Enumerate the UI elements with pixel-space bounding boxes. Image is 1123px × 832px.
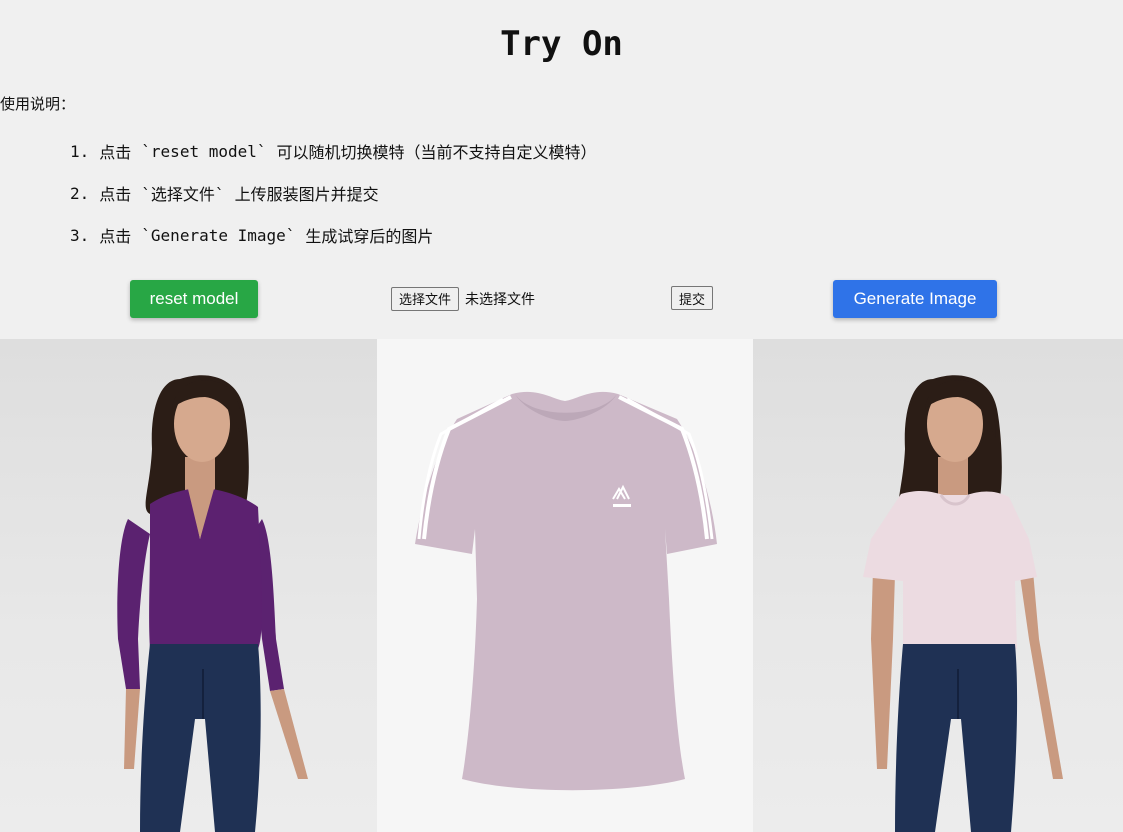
page-title: Try On bbox=[500, 24, 623, 64]
step-number: 1. bbox=[70, 141, 90, 161]
step-code: `reset model` bbox=[141, 141, 267, 161]
model-image bbox=[0, 339, 377, 832]
submit-button[interactable]: 提交 bbox=[671, 286, 714, 310]
step-prefix: 点击 bbox=[99, 185, 132, 204]
step-number: 3. bbox=[70, 225, 90, 245]
reset-model-button[interactable]: reset model bbox=[130, 280, 258, 318]
choose-file-button[interactable]: 选择文件 bbox=[391, 286, 460, 311]
instructions-heading: 使用说明： bbox=[0, 95, 76, 113]
step-prefix: 点击 bbox=[99, 227, 132, 246]
step-code: `选择文件` bbox=[141, 185, 225, 204]
tshirt-figure bbox=[415, 391, 717, 791]
step-code: `Generate Image` bbox=[141, 225, 296, 245]
generate-image-button[interactable]: Generate Image bbox=[833, 280, 997, 318]
step-text: 生成试穿后的图片 bbox=[305, 227, 434, 246]
step-number: 2. bbox=[70, 183, 90, 203]
instruction-step: 1. 点击 `reset model` 可以随机切换模特（当前不支持自定义模特） bbox=[70, 130, 597, 172]
image-row bbox=[0, 339, 1123, 832]
model-figure bbox=[117, 375, 308, 832]
instructions-list: 1. 点击 `reset model` 可以随机切换模特（当前不支持自定义模特）… bbox=[70, 130, 597, 256]
garment-image bbox=[377, 339, 753, 832]
tryon-figure bbox=[863, 375, 1063, 832]
page: Try On 使用说明： 1. 点击 `reset model` 可以随机切换模… bbox=[0, 0, 1123, 832]
instruction-step: 3. 点击 `Generate Image` 生成试穿后的图片 bbox=[70, 214, 597, 256]
step-prefix: 点击 bbox=[99, 143, 132, 162]
step-text: 可以随机切换模特（当前不支持自定义模特） bbox=[276, 143, 597, 162]
step-text: 上传服装图片并提交 bbox=[234, 185, 379, 204]
instruction-step: 2. 点击 `选择文件` 上传服装图片并提交 bbox=[70, 172, 597, 214]
file-upload: 选择文件 未选择文件 bbox=[391, 286, 535, 311]
file-status: 未选择文件 bbox=[465, 291, 536, 308]
result-image bbox=[753, 339, 1123, 832]
